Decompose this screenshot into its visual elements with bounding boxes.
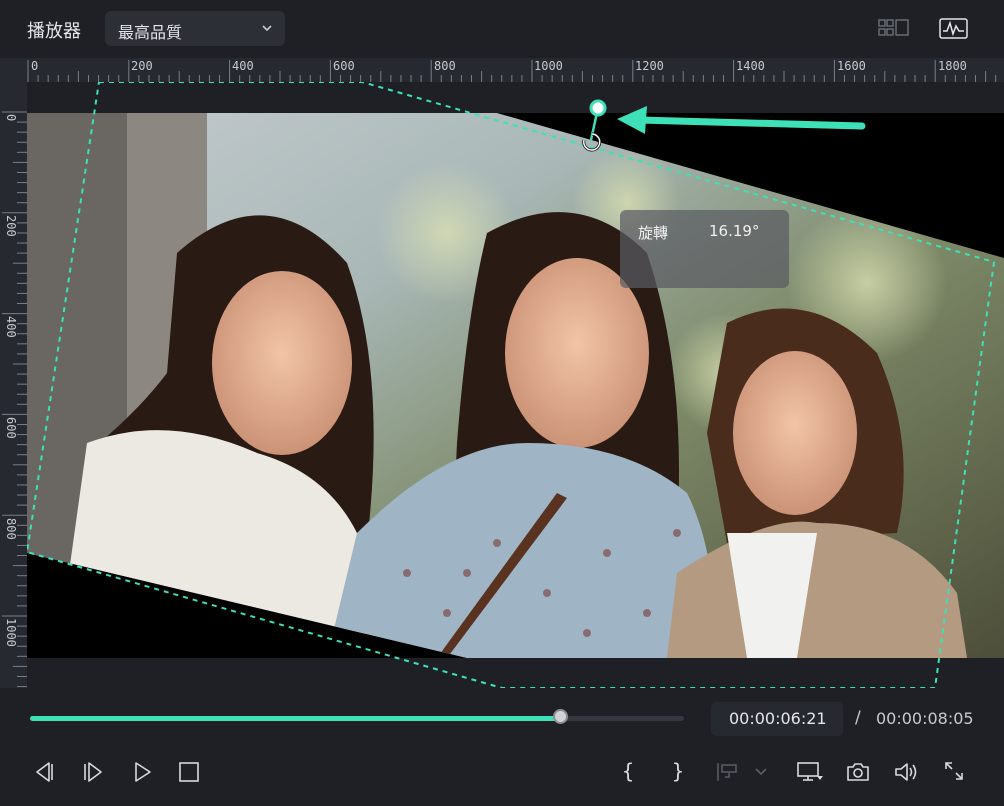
stop-icon[interactable] [177, 760, 201, 784]
total-time: 00:00:08:05 [876, 709, 974, 728]
quality-dropdown[interactable]: 最高品質 [105, 11, 285, 46]
ruler-label: 1000 [534, 59, 563, 73]
display-icon[interactable] [796, 760, 824, 784]
ruler-label: 400 [232, 59, 254, 73]
next-frame-icon[interactable] [82, 760, 106, 784]
waveform-monitor-icon[interactable] [939, 17, 969, 41]
mark-out-icon[interactable]: } [672, 759, 684, 783]
playhead-handle[interactable] [552, 709, 568, 724]
prev-frame-icon[interactable] [32, 760, 56, 784]
player-header: 播放器 最高品質 [0, 0, 1004, 58]
fullscreen-icon[interactable] [943, 760, 965, 782]
snapshot-icon[interactable] [846, 760, 870, 784]
arrow-annotation-icon [617, 106, 866, 134]
playback-progress-bar[interactable] [30, 709, 684, 724]
player-title: 播放器 [27, 21, 81, 42]
rotate-handle[interactable] [589, 99, 607, 117]
preview-stage[interactable]: 旋轉 16.19° [27, 82, 1004, 688]
play-icon[interactable] [131, 760, 155, 784]
rotated-bounding-box[interactable] [27, 82, 996, 688]
ruler-label: 1400 [736, 59, 765, 73]
ruler-label: 0 [4, 114, 18, 122]
transform-overlay [27, 82, 996, 688]
vertical-ruler: 0 200 400 600 800 1000 [0, 82, 27, 688]
ruler-label: 1800 [938, 59, 967, 73]
ruler-label: 200 [4, 215, 18, 237]
mark-in-icon[interactable]: { [622, 759, 634, 783]
ruler-label: 1200 [635, 59, 664, 73]
time-separator: / [855, 708, 861, 728]
playback-progress-fill [30, 716, 560, 721]
ruler-label: 200 [131, 59, 153, 73]
quality-selected: 最高品質 [118, 23, 183, 42]
chevron-down-icon[interactable] [754, 765, 768, 779]
horizontal-ruler: 0 200 400 600 800 1000 1200 1400 1600 18… [0, 58, 1004, 82]
volume-icon[interactable] [893, 760, 919, 784]
ruler-label: 1000 [4, 618, 18, 647]
insert-clip-icon[interactable] [715, 760, 739, 784]
ruler-label: 400 [4, 316, 18, 338]
ruler-label: 800 [434, 59, 456, 73]
ruler-label: 0 [31, 59, 39, 73]
current-time: 00:00:06:21 [729, 709, 827, 728]
vertical-ruler-ticks [2, 111, 27, 688]
ruler-label: 800 [4, 518, 18, 540]
ruler-label: 600 [333, 59, 355, 73]
ruler-label: 600 [4, 417, 18, 439]
current-time-field[interactable]: 00:00:06:21 [711, 702, 843, 736]
chevron-down-icon [262, 25, 272, 32]
ruler-label: 1600 [837, 59, 866, 73]
grid-layout-icon[interactable] [878, 17, 910, 41]
